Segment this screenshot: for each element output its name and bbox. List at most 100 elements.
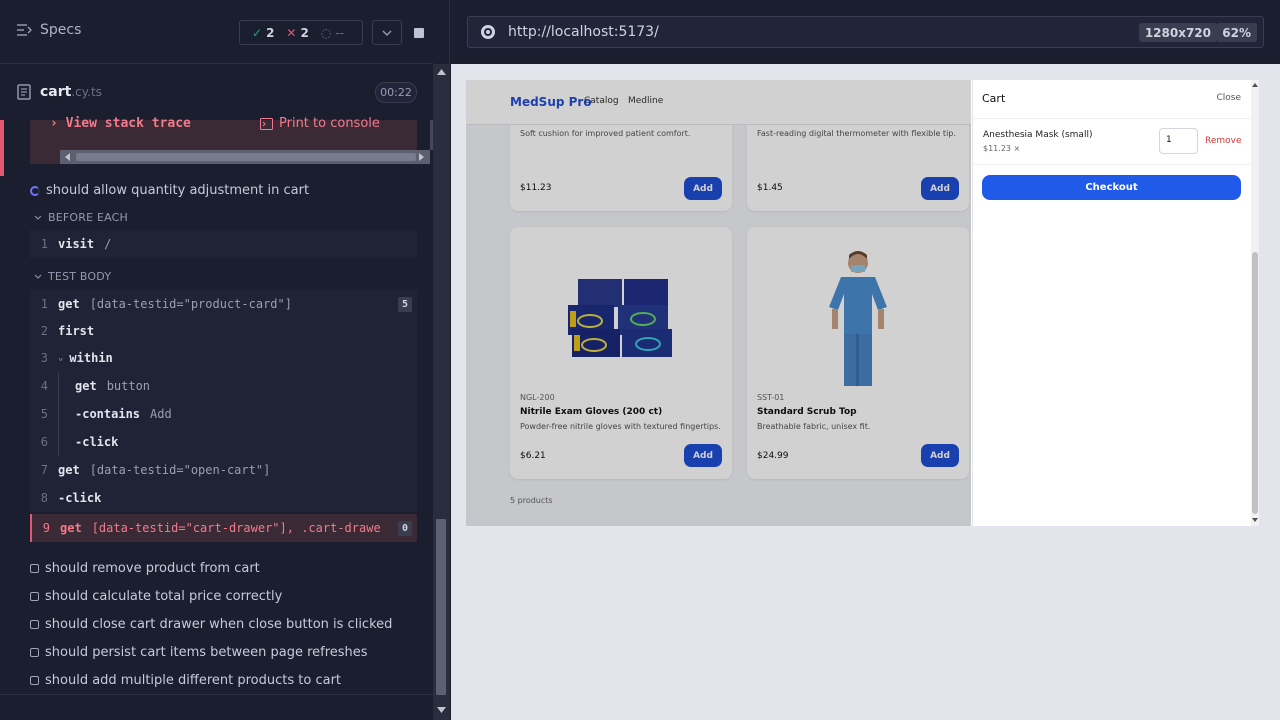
scroll-left-arrow-icon <box>65 153 70 161</box>
test-body-label: TEST BODY <box>48 270 112 283</box>
command-row[interactable]: 3 ⌄ within <box>30 344 417 372</box>
test-item[interactable]: should close cart drawer when close butt… <box>30 617 392 632</box>
command-number: 8 <box>40 491 48 505</box>
test-title: should persist cart items between page r… <box>45 645 368 660</box>
stop-button[interactable] <box>404 20 433 45</box>
command-row[interactable]: 7 get [data-testid="open-cart"] <box>30 456 417 484</box>
command-name: get <box>58 463 80 477</box>
globe-icon <box>481 25 495 39</box>
test-title: should close cart drawer when close butt… <box>45 617 393 632</box>
passed-count: 2 <box>266 25 275 40</box>
pending-test-icon <box>30 592 39 601</box>
command-name: get <box>60 521 82 535</box>
divider <box>973 118 1252 119</box>
chevron-down-icon <box>34 215 42 220</box>
check-icon: ✓ <box>252 25 263 40</box>
command-row[interactable]: 8 -click <box>30 484 417 512</box>
app-scroll-thumb[interactable] <box>1252 252 1258 514</box>
error-horizontal-scrollbar[interactable] <box>60 150 430 164</box>
command-number: 3 <box>40 351 48 365</box>
app: Specs ✓ 2 ✕ 2 ◌ -- cart.cy.ts 00:22 › Vi… <box>0 0 1280 720</box>
divider <box>973 164 1252 165</box>
url-text: http://localhost:5173/ <box>508 24 659 40</box>
app-scrollbar[interactable] <box>1251 80 1259 526</box>
menu-collapse-icon <box>17 24 32 36</box>
spinner-icon <box>30 185 40 196</box>
failed-count: 2 <box>300 25 309 40</box>
command-row[interactable]: 2 first <box>30 317 417 345</box>
command-name: within <box>69 351 113 365</box>
pending-test-icon <box>30 676 39 685</box>
error-panel: › View stack trace Print to console <box>0 116 447 176</box>
command-row[interactable]: 4 get button <box>30 372 417 400</box>
test-item[interactable]: should persist cart items between page r… <box>30 645 368 660</box>
command-name: get <box>75 379 97 393</box>
document-icon <box>17 84 31 100</box>
scroll-down-arrow-icon <box>437 707 446 713</box>
command-number: 1 <box>40 297 48 311</box>
running-test-label: should allow quantity adjustment in cart <box>46 183 310 198</box>
scroll-down-arrow-icon <box>1252 518 1258 522</box>
command-row[interactable]: 1 visit / <box>30 230 417 258</box>
failed-command-row[interactable]: 9 get [data-testid="cart-drawer"], .cart… <box>30 514 417 542</box>
test-item[interactable]: should remove product from cart <box>30 561 260 576</box>
command-number: 5 <box>40 407 48 421</box>
test-item[interactable]: should calculate total price correctly <box>30 589 282 604</box>
chevron-down-icon: ⌄ <box>58 353 64 363</box>
command-name: first <box>58 324 95 338</box>
chevron-down-button[interactable] <box>372 20 402 45</box>
runner-scroll-thumb[interactable] <box>436 519 446 695</box>
browser-panel: http://localhost:5173/ 1280x720 62% Soft… <box>451 0 1280 720</box>
chevron-down-icon <box>34 274 42 279</box>
test-title: should remove product from cart <box>45 561 260 576</box>
view-stack-trace-link[interactable]: › View stack trace <box>50 116 191 131</box>
test-body-hook[interactable]: TEST BODY <box>34 270 111 283</box>
error-horizontal-thumb[interactable] <box>76 153 416 161</box>
command-number: 2 <box>40 324 48 338</box>
command-arg: Add <box>150 407 172 421</box>
print-console-label: Print to console <box>279 116 380 131</box>
viewport-size-badge[interactable]: 1280x720 <box>1138 23 1217 42</box>
scroll-right-arrow-icon <box>419 153 424 161</box>
quantity-input[interactable]: 1 <box>1159 128 1198 154</box>
print-to-console-button[interactable]: Print to console <box>260 116 380 131</box>
file-base: cart <box>40 84 72 100</box>
test-item[interactable]: should add multiple different products t… <box>30 673 341 688</box>
command-name: -contains <box>75 407 141 421</box>
divider <box>0 694 433 695</box>
command-arg: [data-testid="product-card"] <box>89 297 292 311</box>
test-title: should calculate total price correctly <box>45 589 283 604</box>
runner-scrollbar[interactable] <box>433 64 450 720</box>
drawer-overlay[interactable] <box>466 80 971 526</box>
command-number: 7 <box>40 463 48 477</box>
url-field[interactable]: http://localhost:5173/ 1280x720 62% <box>467 16 1264 48</box>
nest-guide <box>58 372 59 400</box>
pending-test-icon <box>30 564 39 573</box>
element-count-badge: 0 <box>398 521 412 536</box>
command-name: get <box>58 297 80 311</box>
runner-topbar: Specs ✓ 2 ✕ 2 ◌ -- <box>0 0 433 64</box>
specs-button[interactable]: Specs <box>16 22 81 38</box>
running-test-title[interactable]: should allow quantity adjustment in cart <box>30 183 309 198</box>
scroll-up-arrow-icon <box>437 69 446 75</box>
run-timer: 00:22 <box>375 82 417 103</box>
nest-guide <box>58 428 59 456</box>
element-count-badge: 5 <box>398 297 412 312</box>
cart-item-name: Anesthesia Mask (small) <box>983 130 1093 140</box>
before-each-hook[interactable]: BEFORE EACH <box>34 211 128 224</box>
x-icon: ✕ <box>286 25 297 40</box>
command-row[interactable]: 6 -click <box>30 428 417 456</box>
command-number: 9 <box>42 521 50 535</box>
close-cart-button[interactable]: Close <box>1216 93 1241 103</box>
failed-stat: ✕ 2 <box>286 26 308 40</box>
command-row[interactable]: 1 get [data-testid="product-card"] 5 <box>30 290 417 318</box>
url-bar: http://localhost:5173/ 1280x720 62% <box>451 0 1280 64</box>
command-number: 1 <box>40 237 48 251</box>
checkout-button[interactable]: Checkout <box>982 175 1241 200</box>
zoom-badge[interactable]: 62% <box>1216 23 1257 42</box>
cart-item-price: $11.23 × <box>983 144 1021 153</box>
remove-item-button[interactable]: Remove <box>1205 136 1242 146</box>
scroll-up-arrow-icon <box>1252 83 1258 87</box>
pending-stat: ◌ -- <box>321 26 344 40</box>
command-row[interactable]: 5 -contains Add <box>30 400 417 428</box>
